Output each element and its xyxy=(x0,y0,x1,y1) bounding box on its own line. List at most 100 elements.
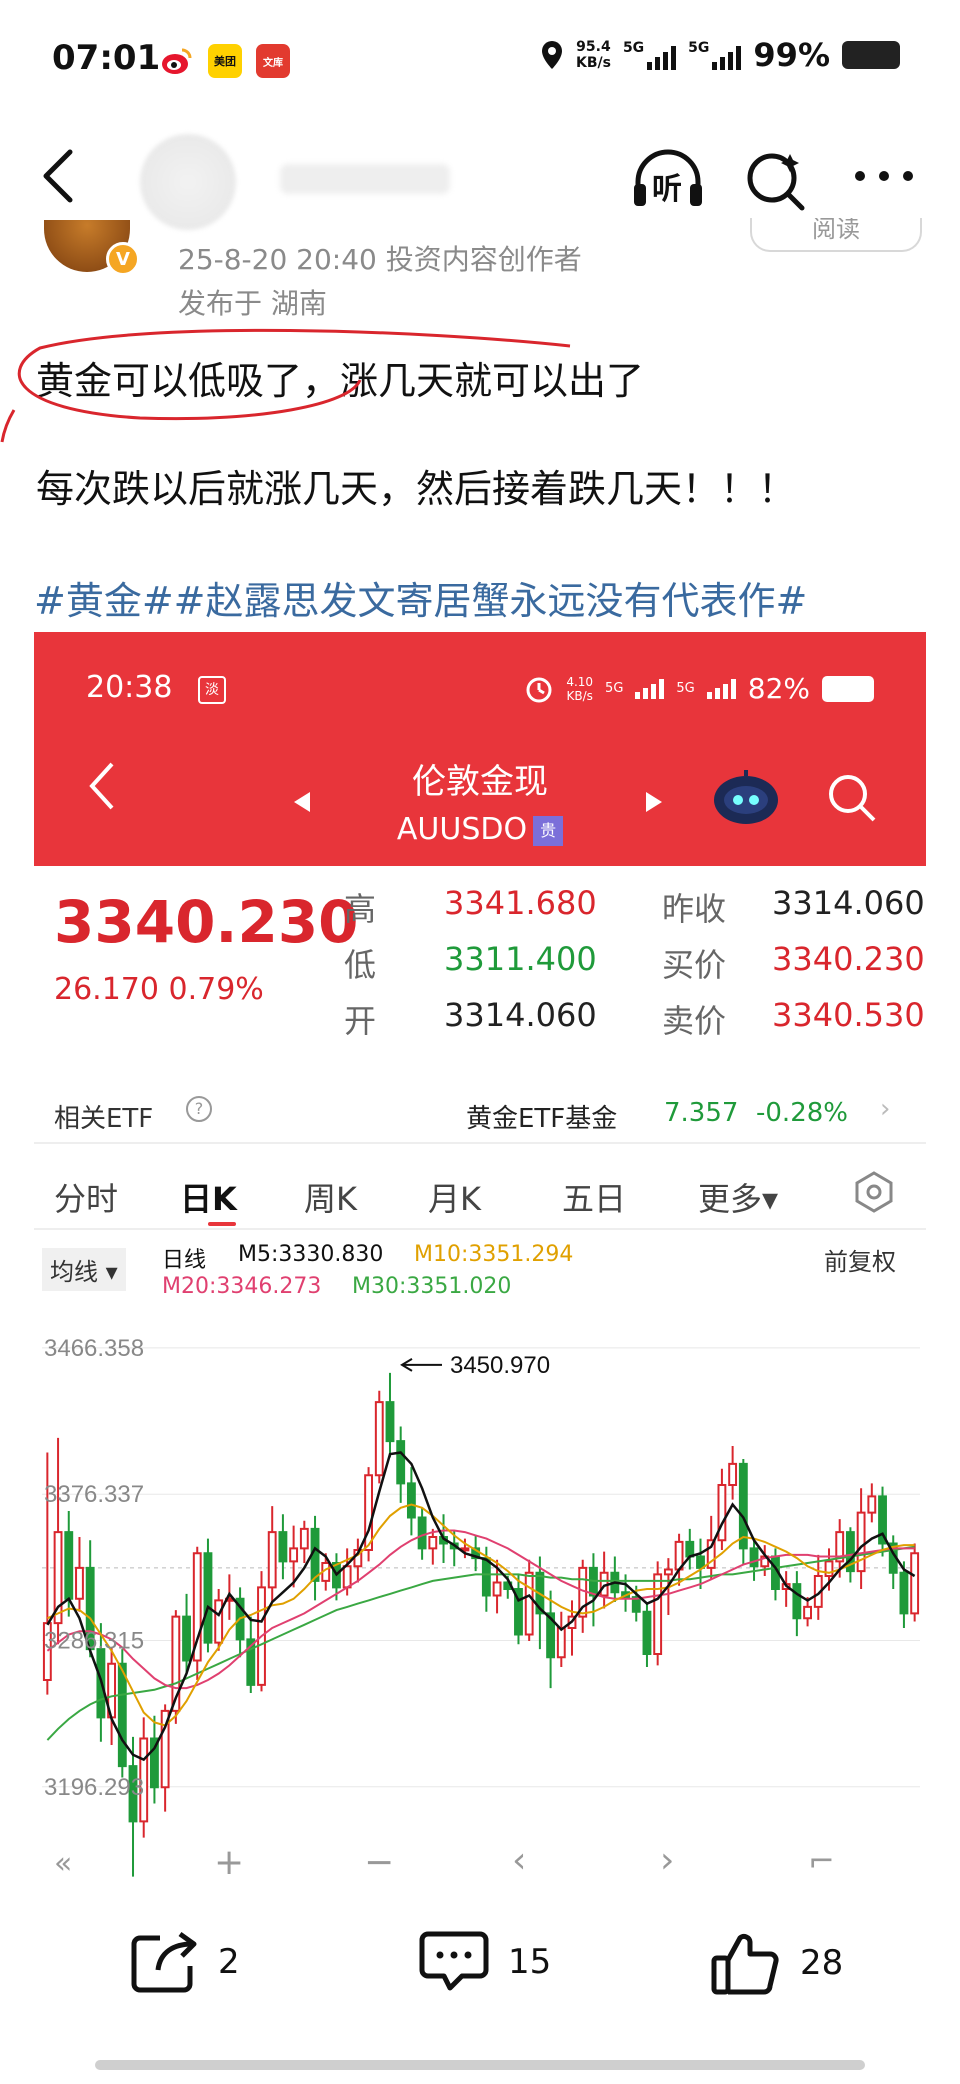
post-time-and-role: 25-8-20 20:40 投资内容创作者 xyxy=(178,243,582,276)
location-icon xyxy=(541,41,562,69)
ma-selector[interactable]: 均线 ▾ xyxy=(42,1248,126,1291)
tab-five-day[interactable]: 五日 xyxy=(562,1174,626,1220)
candle-body xyxy=(278,1531,288,1563)
candle-body xyxy=(803,1605,812,1620)
back-button[interactable] xyxy=(38,148,78,208)
status-right: 95.4 KB/s 5G 5G 99% xyxy=(540,36,900,74)
candle-body xyxy=(738,1462,748,1550)
comment-icon xyxy=(419,1931,489,1991)
like-count: 28 xyxy=(800,1943,844,1983)
signal-bars-icon xyxy=(647,46,677,70)
zoom-out-far-button[interactable]: « xyxy=(54,1846,72,1881)
net-speed: 95.4 KB/s xyxy=(575,39,611,71)
candle-body xyxy=(749,1547,759,1568)
status-bar: 07:01 美团 文库 95.4 KB/s 5G 5G 99% xyxy=(0,0,960,110)
candle-body xyxy=(289,1547,299,1563)
candle-body xyxy=(867,1495,877,1514)
candle-body xyxy=(899,1571,909,1615)
instrument-tag: 贵 xyxy=(533,815,564,846)
instrument-title: 伦敦金现 xyxy=(412,762,548,802)
etf-change: -0.28% xyxy=(756,1098,848,1128)
zoom-out-button[interactable]: − xyxy=(364,1842,394,1882)
help-icon[interactable]: ? xyxy=(186,1096,212,1122)
fullscreen-button[interactable]: ⌐ xyxy=(808,1842,835,1880)
signal-1: 5G xyxy=(623,40,677,70)
listen-button[interactable]: 听 xyxy=(630,148,706,216)
tab-intraday[interactable]: 分时 xyxy=(54,1174,118,1220)
active-tab-indicator xyxy=(208,1222,236,1226)
embed-status-time: 20:38 xyxy=(86,670,173,705)
last-price: 3340.230 xyxy=(54,888,359,956)
embedded-screenshot[interactable]: 20:38 淡 4.10 KB/s 5G 5G 82% 伦敦金现 AUUSDO 贵… xyxy=(34,632,926,1882)
post-line-2: 每次跌以后就涨几天，然后接着跌几天！！！ xyxy=(36,467,797,511)
y-tick-label: 3286.315 xyxy=(44,1627,144,1654)
alarm-icon xyxy=(526,677,552,702)
tab-daily-k[interactable]: 日K xyxy=(180,1174,237,1220)
candle-body xyxy=(556,1627,566,1659)
settings-icon[interactable] xyxy=(852,1170,896,1214)
candle-body xyxy=(364,1474,373,1551)
more-button[interactable] xyxy=(852,168,916,188)
embed-net-2: 5G xyxy=(676,681,695,696)
candle-body xyxy=(728,1462,738,1486)
author-name-blurred[interactable] xyxy=(280,164,450,194)
scroll-left-button[interactable]: ‹ xyxy=(512,1840,526,1881)
listen-label: 听 xyxy=(652,172,682,207)
quote-row-open: 开 3314.060 卖价 3340.530 xyxy=(344,996,925,1040)
embed-signal-icon xyxy=(706,678,736,699)
etf-name: 黄金ETF基金 xyxy=(466,1104,618,1134)
candle-body xyxy=(75,1566,84,1600)
quote-row-high: 高 3341.680 昨收 3314.060 xyxy=(344,884,925,928)
candle-body xyxy=(792,1583,802,1620)
author-avatar-blurred[interactable] xyxy=(140,134,236,230)
share-button[interactable]: 2 xyxy=(130,1930,240,1994)
next-instrument-icon[interactable] xyxy=(644,790,664,814)
candle-body xyxy=(406,1482,416,1519)
search-icon xyxy=(747,153,805,211)
chart-controls: « + − ‹ › ⌐ xyxy=(34,1840,926,1882)
thumbs-up-icon xyxy=(711,1933,779,1995)
search-button[interactable] xyxy=(744,148,810,218)
more-icon xyxy=(855,171,913,181)
read-button[interactable]: 阅读 xyxy=(750,218,922,252)
status-time: 07:01 xyxy=(52,38,161,78)
embed-net-1: 5G xyxy=(605,681,624,696)
period-tabs: 分时 日K 周K 月K 五日 更多▾ xyxy=(34,1156,926,1230)
ma10-value: M10:3351.294 xyxy=(414,1242,574,1267)
candle-body xyxy=(910,1552,920,1615)
embed-signal-icon xyxy=(635,678,665,699)
robot-assistant-icon[interactable] xyxy=(710,768,782,828)
candlestick-chart[interactable]: 3466.358 3376.337 3286.315 3196.293 3450.970 xyxy=(34,1322,926,1882)
tab-weekly-k[interactable]: 周K xyxy=(304,1174,357,1220)
comment-button[interactable]: 15 xyxy=(418,1930,551,1994)
candle-body xyxy=(396,1440,406,1485)
candle-body xyxy=(299,1527,309,1550)
scroll-right-button[interactable]: › xyxy=(660,1840,674,1881)
max-annotation-label: 3450.970 xyxy=(450,1352,550,1379)
candle-body xyxy=(385,1401,395,1443)
candle-body xyxy=(417,1516,427,1550)
wenku-app-icon: 文库 xyxy=(256,44,290,78)
candle-body xyxy=(342,1565,352,1589)
like-button[interactable]: 28 xyxy=(710,1930,843,1996)
signal-bars-icon xyxy=(712,46,742,70)
ma30-value: M30:3351.020 xyxy=(352,1274,512,1299)
home-indicator[interactable] xyxy=(95,2060,865,2070)
tab-monthly-k[interactable]: 月K xyxy=(428,1174,481,1220)
verified-badge-icon: V xyxy=(106,242,140,276)
candle-body xyxy=(685,1540,695,1558)
post-hashtags[interactable]: #黄金##赵露思发文寄居蟹永远没有代表作# xyxy=(34,570,807,625)
adjust-mode[interactable]: 前复权 xyxy=(824,1242,896,1277)
related-etf-row[interactable]: 相关ETF ? 黄金ETF基金 7.357 -0.28% › xyxy=(34,1078,926,1144)
share-icon xyxy=(131,1931,197,1993)
ma-daily-label: 日线 xyxy=(162,1248,207,1273)
instrument-code: AUUSDO 贵 xyxy=(34,812,926,847)
embed-search-icon[interactable] xyxy=(826,772,878,824)
candle-body xyxy=(481,1557,491,1597)
ma5-value: M5:3330.830 xyxy=(238,1242,384,1267)
battery-icon xyxy=(842,41,900,69)
zoom-in-button[interactable]: + xyxy=(214,1842,244,1882)
back-arrow-icon xyxy=(43,149,73,203)
weibo-app-icon xyxy=(160,44,194,78)
tab-more[interactable]: 更多▾ xyxy=(698,1174,778,1220)
